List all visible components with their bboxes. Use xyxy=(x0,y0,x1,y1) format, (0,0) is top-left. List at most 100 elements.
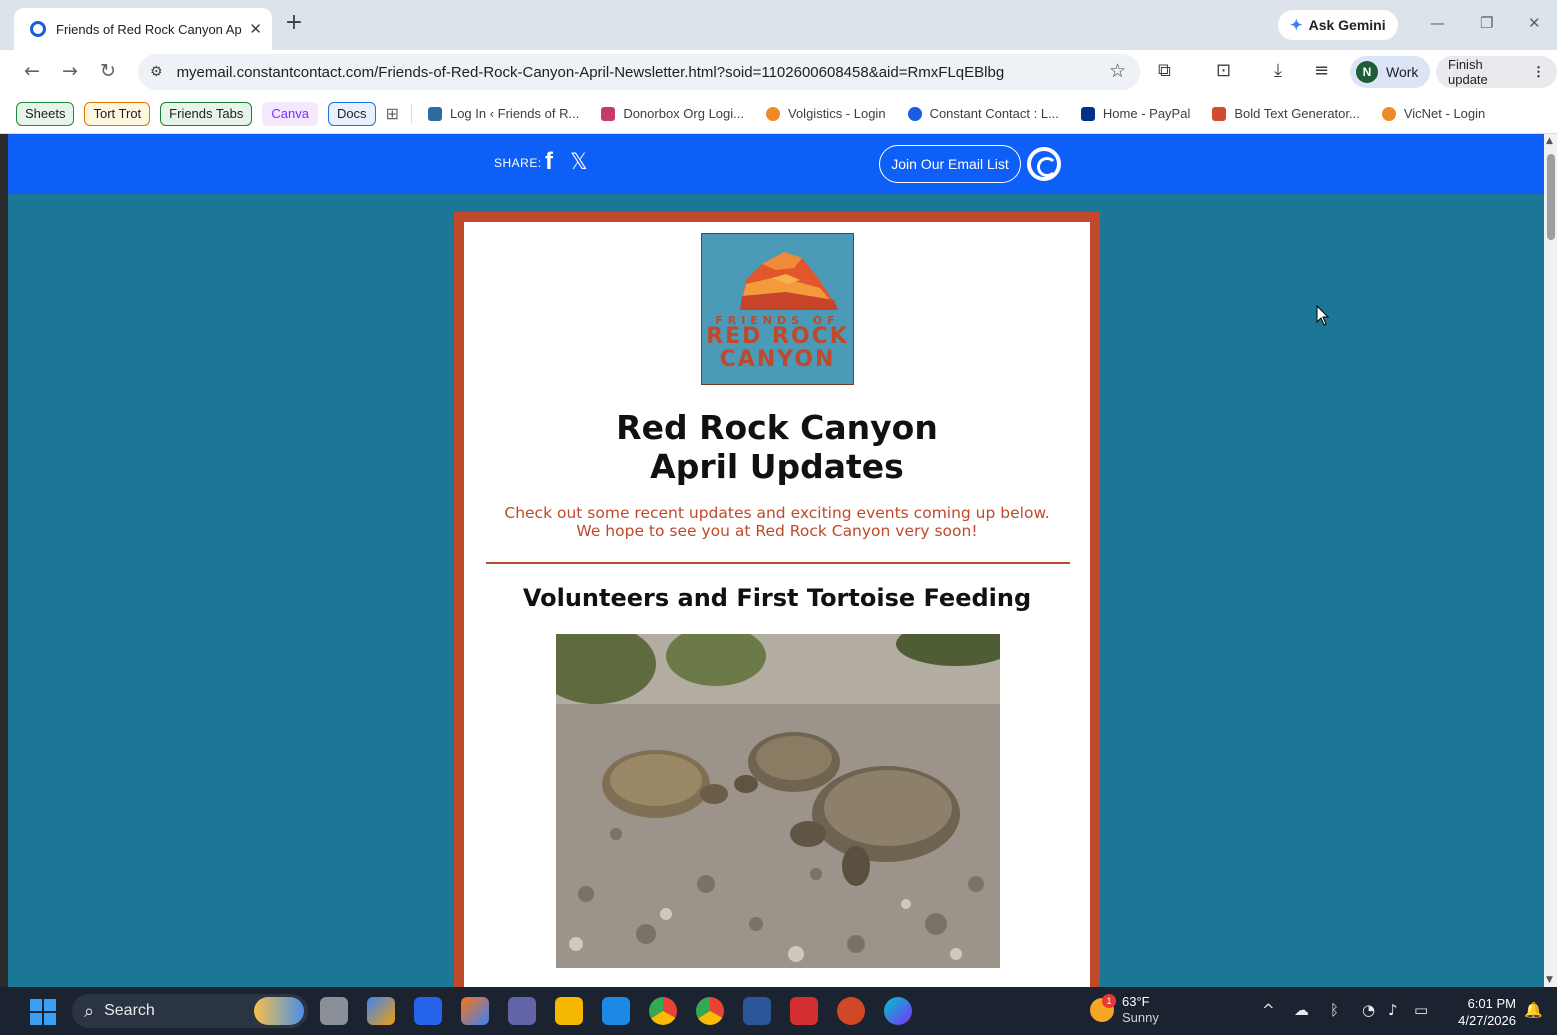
tab-title: Friends of Red Rock Canyon Ap xyxy=(56,21,242,37)
profile-button[interactable]: N Work xyxy=(1350,56,1431,88)
newsletter-frame: FRIENDS OF RED ROCK CANYON Red Rock Cany… xyxy=(454,212,1100,987)
close-window-icon[interactable]: ✕ xyxy=(1528,14,1541,32)
new-tab-button[interactable]: + xyxy=(282,12,306,36)
minimize-icon[interactable]: — xyxy=(1430,14,1445,32)
menu-dots-icon: ⋮ xyxy=(1532,64,1545,79)
weather-temp: 63°F xyxy=(1122,994,1150,1009)
teams-icon[interactable] xyxy=(508,997,536,1025)
windows-start-icon[interactable] xyxy=(30,999,56,1025)
weather-widget[interactable]: 1 63°F Sunny xyxy=(1090,994,1159,1026)
paypal-favicon-icon xyxy=(1080,106,1095,121)
taskbar-search[interactable]: ⌕ Search xyxy=(72,994,308,1028)
mcafee-icon[interactable] xyxy=(790,997,818,1025)
chrome-profile-icon[interactable] xyxy=(696,997,724,1025)
bookmark-volgistics[interactable]: Volgistics - Login xyxy=(766,106,886,121)
share-bar: SHARE: f 𝕏 Join Our Email List xyxy=(8,134,1544,194)
edge-icon[interactable] xyxy=(602,997,630,1025)
reading-list-icon[interactable]: ≡ xyxy=(1314,60,1329,81)
bookmark-label: Bold Text Generator... xyxy=(1234,106,1360,121)
bookmark-label: Constant Contact : L... xyxy=(929,106,1059,121)
restore-icon[interactable]: ❐ xyxy=(1480,14,1493,32)
tab-strip: Friends of Red Rock Canyon Ap ✕ + ✦ Ask … xyxy=(0,0,1557,50)
section-title: Volunteers and First Tortoise Feeding xyxy=(522,584,1032,612)
taskbar-search-label: Search xyxy=(104,1002,155,1019)
weather-condition: Sunny xyxy=(1122,1010,1159,1025)
gemini-sparkle-icon: ✦ xyxy=(1290,17,1303,34)
share-label: SHARE: xyxy=(494,156,542,170)
system-clock[interactable]: 6:01 PM 4/27/2026 xyxy=(1452,995,1516,1029)
rock-mountain-icon xyxy=(740,252,838,310)
finish-update-label: Finish update xyxy=(1448,57,1488,87)
scrollbar-thumb[interactable] xyxy=(1547,154,1555,240)
scroll-down-icon[interactable]: ▼ xyxy=(1546,975,1553,985)
bookmark-folder-sheets[interactable]: Sheets xyxy=(16,101,75,126)
close-tab-icon[interactable]: ✕ xyxy=(249,20,262,38)
sun-icon: 1 xyxy=(1090,994,1116,1022)
bookmark-folder-canva[interactable]: Canva xyxy=(262,101,318,126)
wifi-icon[interactable]: ◔ xyxy=(1362,1001,1375,1019)
mouse-cursor-icon xyxy=(1316,305,1330,326)
bookmark-folder-docs[interactable]: Docs xyxy=(327,101,376,126)
chrome-icon[interactable] xyxy=(649,997,677,1025)
battery-icon[interactable]: ▭ xyxy=(1414,1001,1428,1019)
bluetooth-icon[interactable]: ᛒ xyxy=(1330,1001,1339,1019)
clock-time: 6:01 PM xyxy=(1467,996,1516,1011)
canva-icon[interactable] xyxy=(884,997,912,1025)
m365-icon[interactable] xyxy=(461,997,489,1025)
file-explorer-icon[interactable] xyxy=(555,997,583,1025)
reload-icon[interactable]: ↻ xyxy=(100,60,116,82)
bold-text-favicon-icon xyxy=(1212,106,1227,121)
bookmarks-bar: Sheets Tort Trot Friends Tabs Canva Docs… xyxy=(0,94,1557,134)
chevron-up-icon[interactable]: ^ xyxy=(1262,1001,1275,1019)
bookmark-folder-friends-tabs[interactable]: Friends Tabs xyxy=(160,101,253,126)
bookmark-vicnet[interactable]: VicNet - Login xyxy=(1381,106,1485,121)
apps-grid-icon[interactable]: ⊞ xyxy=(386,104,399,124)
ask-gemini-button[interactable]: ✦ Ask Gemini xyxy=(1278,10,1398,40)
bookmark-label: Log In ‹ Friends of R... xyxy=(449,106,580,121)
x-twitter-icon[interactable]: 𝕏 xyxy=(570,150,588,175)
notification-bell-icon[interactable]: 🔔 xyxy=(1524,1001,1543,1019)
onedrive-icon[interactable]: ☁ xyxy=(1294,1001,1309,1019)
bookmark-bold-text[interactable]: Bold Text Generator... xyxy=(1212,106,1360,121)
microsoft-store-icon[interactable] xyxy=(414,997,442,1025)
join-email-list-button[interactable]: Join Our Email List xyxy=(879,145,1021,183)
bookmark-label: Volgistics - Login xyxy=(788,106,886,121)
bookmark-star-icon[interactable]: ☆ xyxy=(1109,60,1126,82)
site-settings-icon[interactable]: ⚙ xyxy=(150,64,163,80)
headline-line-2: April Updates xyxy=(650,447,904,486)
logo-line-canyon: CANYON xyxy=(719,347,836,372)
constant-contact-logo-icon xyxy=(1027,147,1061,181)
avatar: N xyxy=(1356,61,1378,83)
bookmark-friends-login[interactable]: Log In ‹ Friends of R... xyxy=(427,106,580,121)
bookmark-separator xyxy=(410,103,412,124)
url-text: myemail.constantcontact.com/Friends-of-R… xyxy=(176,63,1005,81)
bookmark-donorbox[interactable]: Donorbox Org Logi... xyxy=(601,106,744,121)
facebook-icon[interactable]: f xyxy=(545,148,553,176)
ask-gemini-label: Ask Gemini xyxy=(1308,17,1386,33)
bookmark-paypal[interactable]: Home - PayPal xyxy=(1080,106,1190,121)
copilot-icon[interactable] xyxy=(367,997,395,1025)
downloads-icon[interactable]: ⤓ xyxy=(1274,60,1282,81)
vicnet-favicon-icon xyxy=(1381,106,1396,121)
forward-icon[interactable]: → xyxy=(62,60,78,82)
volume-icon[interactable]: ♪ xyxy=(1388,1001,1398,1019)
newsletter-headline: Red Rock Canyon April Updates xyxy=(464,408,1090,486)
intro-text: Check out some recent updates and exciti… xyxy=(504,504,1050,540)
tortoise-photo xyxy=(556,634,1000,968)
word-icon[interactable] xyxy=(743,997,771,1025)
extensions-icon[interactable]: ⧉ xyxy=(1158,60,1171,81)
powerpoint-icon[interactable] xyxy=(837,997,865,1025)
back-icon[interactable]: ← xyxy=(24,60,40,82)
address-bar[interactable]: ⚙ myemail.constantcontact.com/Friends-of… xyxy=(138,54,1140,90)
bookmark-folder-tort-trot[interactable]: Tort Trot xyxy=(84,101,151,126)
search-icon: ⌕ xyxy=(84,1000,95,1021)
tab-search-icon[interactable]: ⊡ xyxy=(1216,60,1231,81)
windows-taskbar: ⌕ Search 1 63°F Sunny ^ ☁ ᛒ ◔ ♪ ▭ 6:01 P… xyxy=(0,987,1557,1035)
task-view-icon[interactable] xyxy=(320,997,348,1025)
page-scrollbar[interactable]: ▲ ▼ xyxy=(1544,134,1557,987)
browser-tab[interactable]: Friends of Red Rock Canyon Ap ✕ xyxy=(14,8,272,50)
bookmark-constant-contact[interactable]: Constant Contact : L... xyxy=(907,106,1059,121)
scroll-up-icon[interactable]: ▲ xyxy=(1546,136,1553,146)
finish-update-button[interactable]: Finish update ⋮ xyxy=(1436,56,1557,88)
divider xyxy=(486,562,1070,564)
